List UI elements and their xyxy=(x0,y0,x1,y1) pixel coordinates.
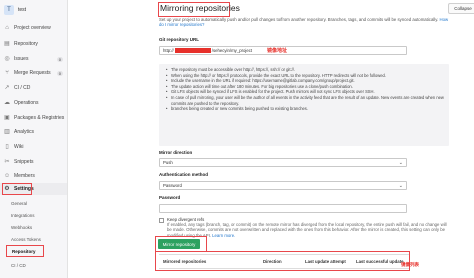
sidebar-item-issues[interactable]: ◎ Issues 0 xyxy=(0,53,67,65)
git-url-prefix: http:// xyxy=(163,48,174,53)
settings-highlight-box xyxy=(2,183,32,195)
sidebar-item-label: Snippets xyxy=(14,159,34,165)
mirror-direction-select[interactable]: Push ⌄ xyxy=(159,158,407,167)
password-label: Password xyxy=(159,195,181,200)
sidebar-item-packages-registries[interactable]: ▣ Packages & Registries xyxy=(0,112,67,124)
sidebar-item-label: Project overview xyxy=(14,25,51,31)
mirrored-repositories-table: Mirrored repositories Direction Last upd… xyxy=(159,254,409,269)
column-header: Mirrored repositories xyxy=(163,259,207,264)
keep-divergent-text: Keep divergent refs If enabled, any tags… xyxy=(167,217,447,238)
snippet-icon: ✂ xyxy=(4,159,10,165)
mirror-direction-label: Mirror direction xyxy=(159,150,193,155)
column-header: Last successful update xyxy=(356,259,404,264)
main-content: Mirroring repositories Set up your proje… xyxy=(70,0,474,278)
mirror-direction-value: Push xyxy=(163,160,173,165)
project-name[interactable]: test xyxy=(18,7,26,13)
mirror-info-box: The repository must be accessible over h… xyxy=(159,64,449,146)
auth-method-label: Authentication method xyxy=(159,172,208,177)
sidebar-item-ci-cd[interactable]: ↗ CI / CD xyxy=(0,82,67,94)
merge-request-icon: ⑂ xyxy=(5,70,9,76)
sidebar-item-operations[interactable]: ☁ Operations xyxy=(0,97,67,109)
keep-divergent-learn-more-link[interactable]: Learn more. xyxy=(212,233,235,238)
sidebar-item-label: Operations xyxy=(14,100,39,106)
sidebar-item-analytics[interactable]: ▥ Analytics xyxy=(0,126,67,138)
git-url-suffix: /sehecyin/my_project xyxy=(211,48,253,53)
settings-sub-ci-cd[interactable]: CI / CD xyxy=(0,259,67,271)
settings-sub-webhooks[interactable]: Webhooks xyxy=(0,221,67,233)
settings-sub-integrations[interactable]: Integrations xyxy=(0,209,67,221)
info-line: In case of pull mirroring, your user wil… xyxy=(163,95,446,106)
sidebar-item-label: Issues xyxy=(14,56,29,62)
chart-icon: ▥ xyxy=(4,129,10,135)
auth-method-value: Password xyxy=(163,183,182,188)
issues-icon: ◎ xyxy=(4,56,10,62)
rocket-icon: ↗ xyxy=(4,85,10,91)
keep-divergent-desc-text: If enabled, any tags (branch, tag, or co… xyxy=(167,222,447,238)
sidebar-item-snippets[interactable]: ✂ Snippets xyxy=(0,156,67,168)
git-url-annotation: 镜像地址 xyxy=(267,48,288,54)
cloud-icon: ☁ xyxy=(4,100,10,106)
collapse-button[interactable]: Collapse xyxy=(448,3,474,14)
git-url-label: Git repository URL xyxy=(159,37,200,42)
mirrors-table-annotation: 镜像列表 xyxy=(401,262,419,267)
info-line: branches being created or new commits be… xyxy=(163,106,446,112)
page-title: Mirroring repositories xyxy=(160,3,240,13)
sidebar-item-wiki[interactable]: ▯ Wiki xyxy=(0,141,67,153)
sidebar-item-merge-requests[interactable]: ⑂ Merge Requests 0 xyxy=(0,67,67,79)
section-description: Set up your project to automatically pus… xyxy=(159,17,449,28)
sidebar-item-members[interactable]: ☺ Members xyxy=(0,170,67,182)
chevron-down-icon: ⌄ xyxy=(398,183,403,189)
description-text: Set up your project to automatically pus… xyxy=(159,17,439,22)
users-icon: ☺ xyxy=(3,173,11,179)
sidebar-item-repository[interactable]: ▤ Repository xyxy=(0,38,67,50)
sidebar-item-label: CI / CD xyxy=(14,85,31,91)
redacted-host xyxy=(174,48,211,53)
keep-divergent-desc: If enabled, any tags (branch, tag, or co… xyxy=(167,222,447,238)
sidebar-item-label: Merge Requests xyxy=(14,70,51,76)
settings-sub-general[interactable]: General xyxy=(0,197,67,209)
column-header: Direction xyxy=(263,259,282,264)
keep-divergent-row: Keep divergent refs If enabled, any tags… xyxy=(159,217,447,238)
issues-count-badge: 0 xyxy=(56,56,63,62)
column-header: Last update attempt xyxy=(305,259,346,264)
password-input[interactable] xyxy=(159,204,407,213)
sidebar-item-label: Wiki xyxy=(14,144,24,150)
chevron-down-icon: ⌄ xyxy=(398,160,403,166)
sidebar-item-label: Packages & Registries xyxy=(14,115,65,121)
sidebar-item-label: Members xyxy=(14,173,35,179)
settings-sub-repository[interactable]: Repository xyxy=(6,245,44,257)
home-icon: ⌂ xyxy=(5,25,9,31)
sidebar-item-label: Analytics xyxy=(14,129,35,135)
auth-method-select[interactable]: Password ⌄ xyxy=(159,181,407,190)
repo-icon: ▤ xyxy=(4,41,10,47)
settings-sub-access-tokens[interactable]: Access Tokens xyxy=(0,233,67,245)
sidebar: T test ⌂ Project overview ▤ Repository ◎… xyxy=(0,0,68,278)
sidebar-item-label: Repository xyxy=(14,41,38,47)
sidebar-item-project-overview[interactable]: ⌂ Project overview xyxy=(0,22,67,34)
project-header[interactable]: T test xyxy=(0,0,67,20)
mirror-repository-button[interactable]: Mirror repository xyxy=(158,239,200,249)
package-icon: ▣ xyxy=(4,115,10,121)
book-icon: ▯ xyxy=(5,144,9,150)
keep-divergent-checkbox[interactable] xyxy=(159,218,164,223)
merge-requests-count-badge: 0 xyxy=(56,70,63,76)
project-avatar: T xyxy=(4,5,14,15)
